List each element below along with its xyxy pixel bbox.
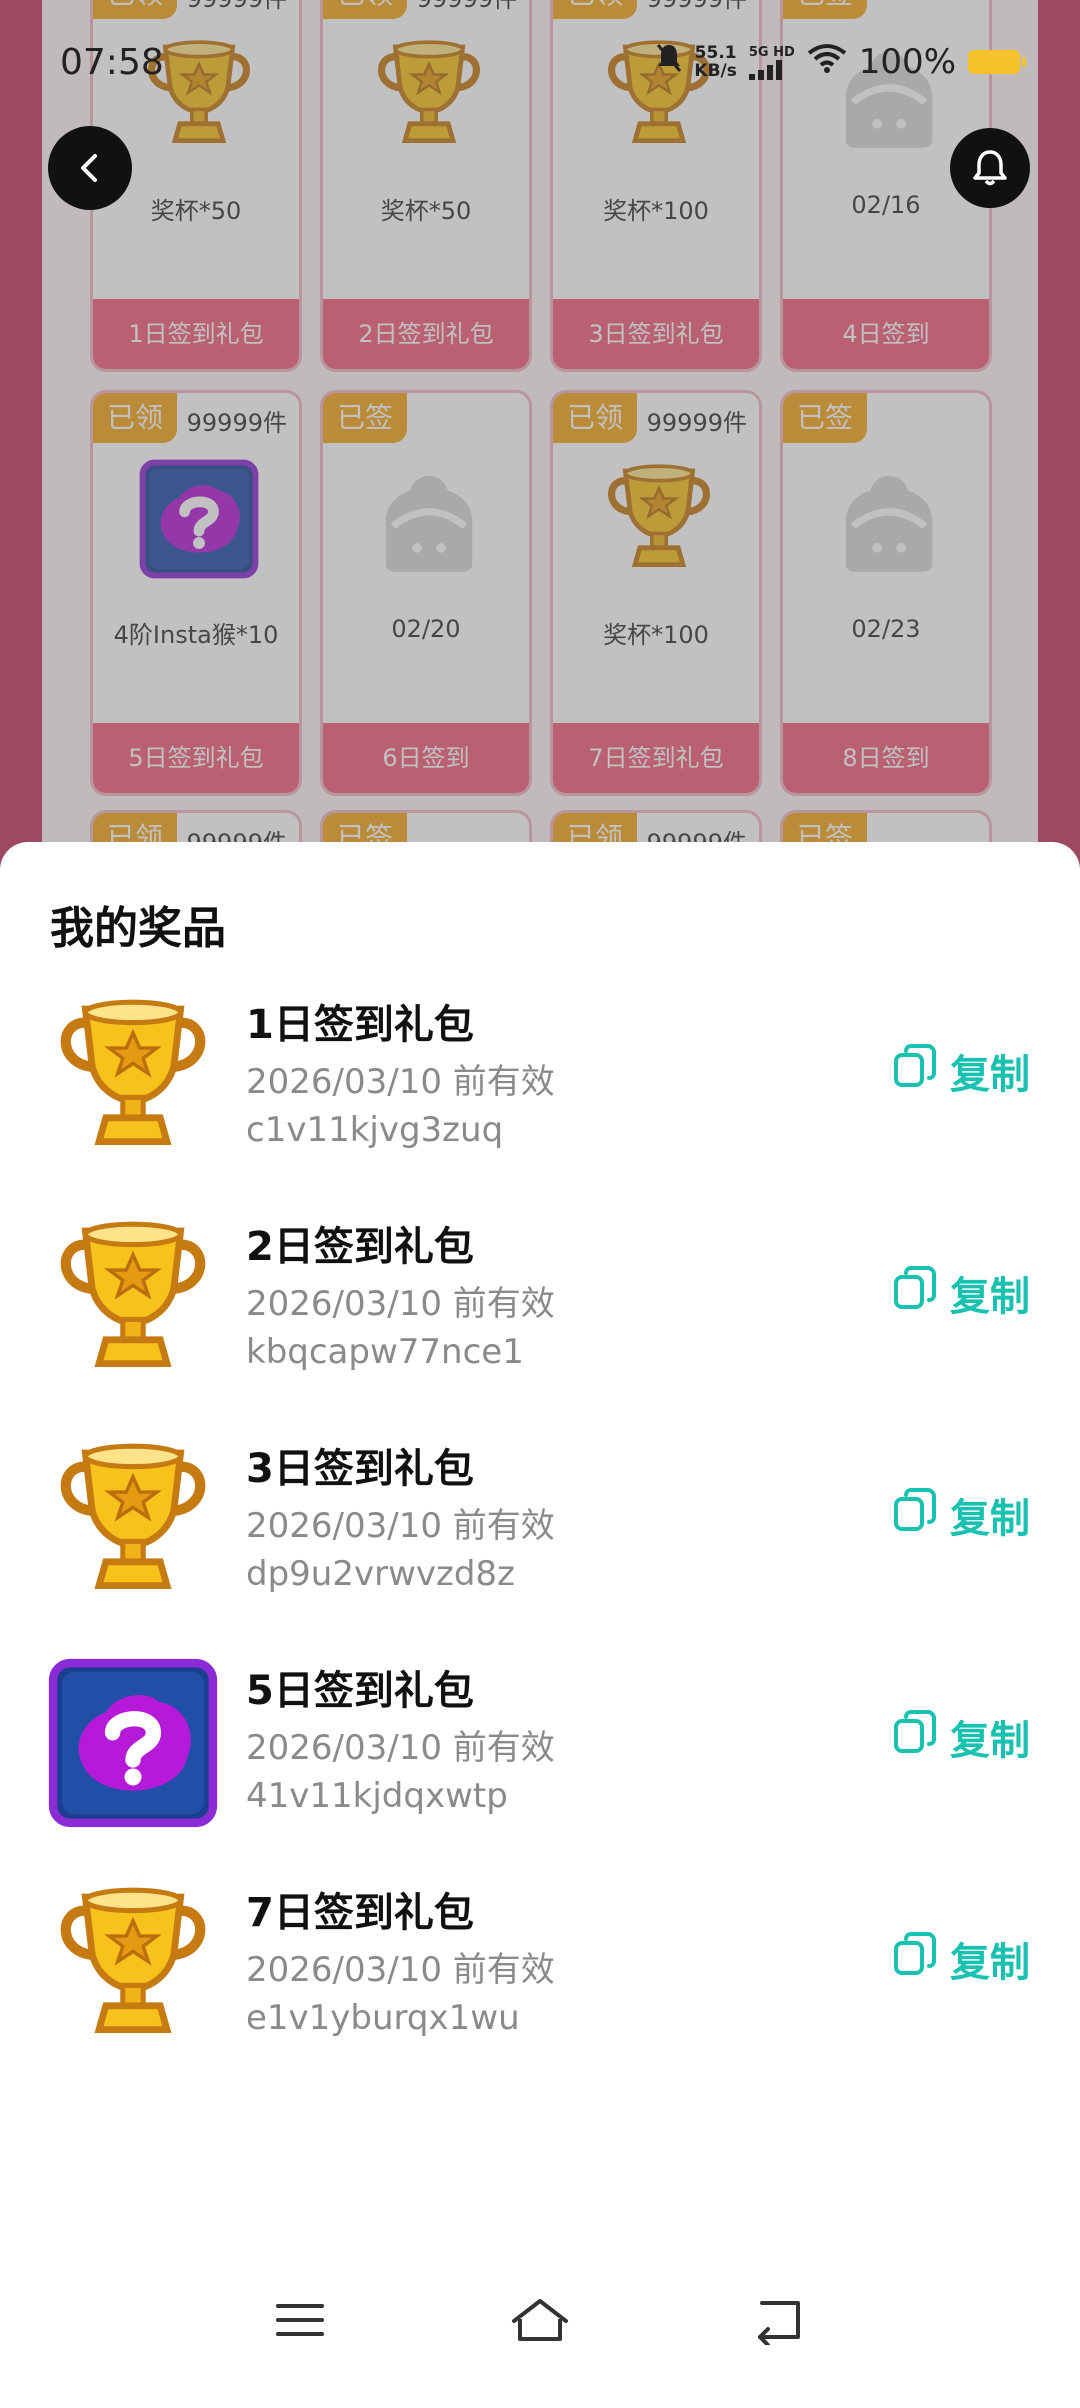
prize-title: 7日签到礼包 [246,1890,474,1936]
menu-nav-button[interactable] [260,2280,340,2360]
prize-expiry: 2026/03/10 前有效 [246,1728,555,1768]
status-bar: 07:58 55.1 KB/s 5G HD 100% [0,0,1080,130]
copy-icon [892,1709,938,1765]
prize-item: 7日签到礼包 2026/03/10 前有效 e1v1yburqx1wu 复制 [0,1880,1080,2050]
status-time: 07:58 [60,42,164,83]
bell-icon [973,150,1007,186]
copy-icon [892,1043,938,1099]
home-nav-button[interactable] [500,2280,580,2360]
silent-bell-icon [656,42,682,82]
prize-code: kbqcapw77nce1 [246,1332,524,1372]
wifi-icon [807,42,847,82]
prize-expiry: 2026/03/10 前有效 [246,1062,555,1102]
prize-title: 5日签到礼包 [246,1668,474,1714]
prize-title: 3日签到礼包 [246,1446,474,1492]
back-button[interactable] [48,126,132,210]
copy-button[interactable]: 复制 [892,1708,1030,1766]
system-nav-bar [0,2240,1080,2408]
prize-item: 5日签到礼包 2026/03/10 前有效 41v11kjdqxwtp 复制 [0,1658,1080,1880]
prize-expiry: 2026/03/10 前有效 [246,1506,555,1546]
menu-icon [276,2304,324,2336]
copy-label: 复制 [950,1274,1030,1320]
copy-button[interactable]: 复制 [892,1042,1030,1100]
copy-icon [892,1487,938,1543]
home-icon [512,2299,568,2341]
prize-item: 3日签到礼包 2026/03/10 前有效 dp9u2vrwvzd8z 复制 [0,1436,1080,1658]
trophy-icon [48,1436,218,1606]
prize-title: 2日签到礼包 [246,1224,474,1270]
trophy-icon [48,1880,218,2050]
prize-expiry: 2026/03/10 前有效 [246,1284,555,1324]
sheet-title: 我的奖品 [50,903,226,954]
prize-code: 41v11kjdqxwtp [246,1776,508,1816]
cell-signal: 5G HD [748,45,795,80]
copy-label: 复制 [950,1496,1030,1542]
trophy-icon [48,1214,218,1384]
copy-icon [892,1931,938,1987]
chevron-left-icon [81,154,97,182]
copy-button[interactable]: 复制 [892,1486,1030,1544]
prize-code: c1v11kjvg3zuq [246,1110,504,1150]
copy-label: 复制 [950,1940,1030,1986]
network-speed: 55.1 KB/s [694,43,737,81]
copy-button[interactable]: 复制 [892,1930,1030,1988]
battery-icon [968,50,1026,74]
trophy-icon [48,992,218,1162]
prize-item: 2日签到礼包 2026/03/10 前有效 kbqcapw77nce1 复制 [0,1214,1080,1436]
status-icons: 55.1 KB/s 5G HD 100% [656,42,1026,82]
battery-percent: 100% [858,42,956,82]
back-nav-button[interactable] [740,2280,820,2360]
notification-button[interactable] [950,128,1030,208]
prize-list: 1日签到礼包 2026/03/10 前有效 c1v11kjvg3zuq 复制 2日签到礼… [0,992,1080,2050]
return-icon [758,2301,800,2345]
my-prizes-sheet: 我的奖品 1日签到礼包 2026/03/10 前有效 c1v11kjvg3zuq 复制… [0,842,1080,2408]
copy-label: 复制 [950,1052,1030,1098]
prize-item: 1日签到礼包 2026/03/10 前有效 c1v11kjvg3zuq 复制 [0,992,1080,1214]
copy-label: 复制 [950,1718,1030,1764]
prize-expiry: 2026/03/10 前有效 [246,1950,555,1990]
prize-title: 1日签到礼包 [246,1002,474,1048]
copy-button[interactable]: 复制 [892,1264,1030,1322]
prize-code: dp9u2vrwvzd8z [246,1554,515,1594]
signal-bars-icon [748,59,782,80]
prize-code: e1v1yburqx1wu [246,1998,520,2038]
copy-icon [892,1265,938,1321]
mystery-monkey-icon [48,1658,218,1828]
